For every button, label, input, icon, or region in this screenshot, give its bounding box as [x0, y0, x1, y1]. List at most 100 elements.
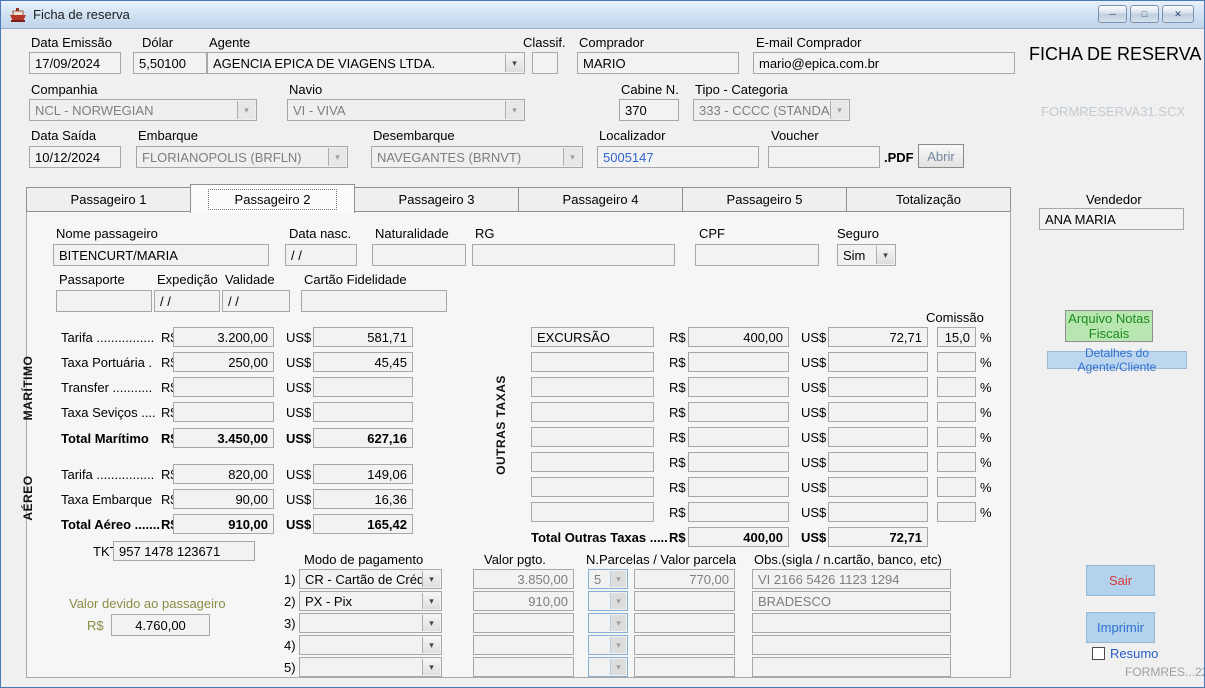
- chevron-down-icon[interactable]: ▾: [422, 571, 440, 587]
- maritimo-transfer-brl-field[interactable]: [173, 377, 274, 397]
- passaporte-field[interactable]: [56, 290, 152, 312]
- outra-taxa-comissao-field[interactable]: [937, 377, 976, 397]
- outra-taxa-comissao-field[interactable]: [937, 427, 976, 447]
- tab-passageiro-1[interactable]: Passageiro 1: [26, 187, 191, 212]
- outra-taxa-comissao-field[interactable]: [937, 502, 976, 522]
- maritimo-transfer-usd-field[interactable]: [313, 377, 413, 397]
- usd-unit-label: US$: [286, 518, 311, 532]
- validade-field[interactable]: / /: [222, 290, 290, 312]
- outra-taxa-desc-field[interactable]: [531, 427, 654, 447]
- tkt-field[interactable]: 957 1478 123671: [113, 541, 255, 561]
- outra-taxa-brl-field[interactable]: [688, 352, 789, 372]
- arquivo-notas-fiscais-button[interactable]: Arquivo Notas Fiscais: [1065, 310, 1153, 342]
- outra-taxa-brl-field[interactable]: [688, 427, 789, 447]
- minimize-icon[interactable]: ─: [1098, 5, 1127, 23]
- classif-field[interactable]: [532, 52, 558, 74]
- outra-taxa-desc-field[interactable]: [531, 502, 654, 522]
- outra-taxa-comissao-field[interactable]: [937, 477, 976, 497]
- cpf-field[interactable]: [695, 244, 819, 266]
- tab-totalizacao[interactable]: Totalização: [846, 187, 1011, 212]
- data-emissao-field[interactable]: 17/09/2024: [29, 52, 121, 74]
- cabine-field[interactable]: 370: [619, 99, 679, 121]
- outra-taxa-brl-field[interactable]: [688, 452, 789, 472]
- outra-taxa-comissao-field[interactable]: 15,0: [937, 327, 976, 347]
- aereo-tarifa-brl-field[interactable]: 820,00: [173, 464, 274, 484]
- chevron-down-icon[interactable]: ▾: [422, 593, 440, 609]
- cartao-fidelidade-field[interactable]: [301, 290, 447, 312]
- rg-field[interactable]: [472, 244, 675, 266]
- maritimo-tarifa-usd-field[interactable]: 581,71: [313, 327, 413, 347]
- chevron-down-icon: ▾: [610, 571, 626, 587]
- dolar-field[interactable]: 5,50100: [133, 52, 207, 74]
- data-nasc-field[interactable]: / /: [285, 244, 357, 266]
- resumo-checkbox[interactable]: [1092, 647, 1105, 660]
- outra-taxa-usd-field[interactable]: [828, 502, 928, 522]
- data-saida-field[interactable]: 10/12/2024: [29, 146, 121, 168]
- outra-taxa-usd-field[interactable]: [828, 402, 928, 422]
- email-comprador-field[interactable]: mario@epica.com.br: [753, 52, 1015, 74]
- outra-taxa-usd-field[interactable]: [828, 352, 928, 372]
- tab-passageiro-2[interactable]: Passageiro 2: [190, 184, 355, 213]
- chevron-down-icon[interactable]: ▾: [876, 246, 894, 264]
- voucher-field[interactable]: [768, 146, 880, 168]
- abrir-button[interactable]: Abrir: [918, 144, 964, 168]
- comprador-field[interactable]: MARIO: [577, 52, 739, 74]
- outra-taxa-usd-field[interactable]: 72,71: [828, 327, 928, 347]
- embarque-value: FLORIANOPOLIS (BRFLN): [142, 150, 302, 165]
- outra-taxa-brl-field[interactable]: [688, 402, 789, 422]
- outra-taxa-desc-field[interactable]: EXCURSÃO: [531, 327, 654, 347]
- localizador-field[interactable]: 5005147: [597, 146, 759, 168]
- outra-taxa-desc-field[interactable]: [531, 452, 654, 472]
- modo-pagamento-combobox[interactable]: CR - Cartão de Crédito ▾: [299, 569, 442, 589]
- outra-taxa-brl-field[interactable]: 400,00: [688, 327, 789, 347]
- sair-button[interactable]: Sair: [1086, 565, 1155, 596]
- outra-taxa-desc-field[interactable]: [531, 402, 654, 422]
- nome-passageiro-field[interactable]: BITENCURT/MARIA: [53, 244, 269, 266]
- chevron-down-icon[interactable]: ▾: [422, 637, 440, 653]
- outra-taxa-usd-field[interactable]: [828, 477, 928, 497]
- chevron-down-icon[interactable]: ▾: [422, 615, 440, 631]
- outra-taxa-usd-field[interactable]: [828, 452, 928, 472]
- aereo-taxa-embarque-usd-field[interactable]: 16,36: [313, 489, 413, 509]
- tab-passageiro-4[interactable]: Passageiro 4: [518, 187, 683, 212]
- title-bar[interactable]: Ficha de reserva ─ □ ✕: [1, 1, 1204, 29]
- vendedor-field[interactable]: ANA MARIA: [1039, 208, 1184, 230]
- chevron-down-icon[interactable]: ▾: [422, 659, 440, 675]
- maritimo-taxa-portuaria-brl-field[interactable]: 250,00: [173, 352, 274, 372]
- aereo-taxa-embarque-brl-field[interactable]: 90,00: [173, 489, 274, 509]
- maximize-icon[interactable]: □: [1130, 5, 1159, 23]
- outra-taxa-desc-field[interactable]: [531, 477, 654, 497]
- outra-taxa-comissao-field[interactable]: [937, 352, 976, 372]
- data-nasc-label: Data nasc.: [289, 227, 351, 241]
- outra-taxa-brl-field[interactable]: [688, 377, 789, 397]
- outra-taxa-usd-field[interactable]: [828, 377, 928, 397]
- tab-passageiro-5[interactable]: Passageiro 5: [682, 187, 847, 212]
- modo-pagamento-combobox[interactable]: ▾: [299, 635, 442, 655]
- maritimo-taxa-servicos-brl-field[interactable]: [173, 402, 274, 422]
- modo-pagamento-combobox[interactable]: ▾: [299, 657, 442, 677]
- tab-passageiro-3[interactable]: Passageiro 3: [354, 187, 519, 212]
- modo-pagamento-combobox[interactable]: ▾: [299, 613, 442, 633]
- outra-taxa-usd-field[interactable]: [828, 427, 928, 447]
- aereo-tarifa-usd-field[interactable]: 149,06: [313, 464, 413, 484]
- modo-pagamento-combobox[interactable]: PX - Pix ▾: [299, 591, 442, 611]
- maritimo-taxa-portuaria-usd-field[interactable]: 45,45: [313, 352, 413, 372]
- outra-taxa-brl-field[interactable]: [688, 502, 789, 522]
- outra-taxa-comissao-field[interactable]: [937, 402, 976, 422]
- outra-taxa-desc-field[interactable]: [531, 352, 654, 372]
- agente-combobox[interactable]: AGENCIA EPICA DE VIAGENS LTDA. ▾: [207, 52, 525, 74]
- seguro-combobox[interactable]: Sim ▾: [837, 244, 896, 266]
- naturalidade-field[interactable]: [372, 244, 466, 266]
- outra-taxa-comissao-field[interactable]: [937, 452, 976, 472]
- aereo-total-brl-field: 910,00: [173, 514, 274, 534]
- outra-taxa-brl-field[interactable]: [688, 477, 789, 497]
- outra-taxa-desc-field[interactable]: [531, 377, 654, 397]
- detalhes-agente-cliente-button[interactable]: Detalhes do Agente/Cliente: [1047, 351, 1187, 369]
- maritimo-taxa-servicos-usd-field[interactable]: [313, 402, 413, 422]
- chevron-down-icon[interactable]: ▾: [505, 54, 523, 72]
- imprimir-button[interactable]: Imprimir: [1086, 612, 1155, 643]
- maritimo-total-label: Total Marítimo: [61, 432, 149, 446]
- close-icon[interactable]: ✕: [1162, 5, 1194, 23]
- maritimo-tarifa-brl-field[interactable]: 3.200,00: [173, 327, 274, 347]
- expedicao-field[interactable]: / /: [154, 290, 220, 312]
